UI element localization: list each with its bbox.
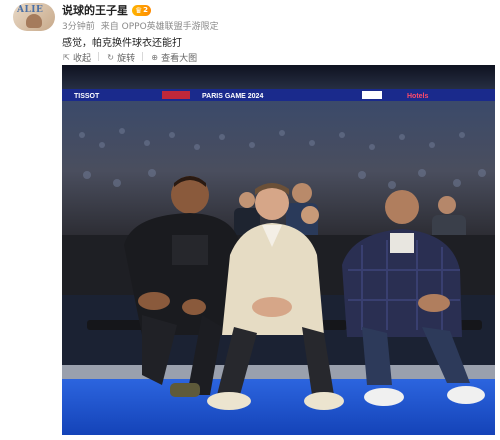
rotate-button[interactable]: ↻ 旋转 [106, 51, 135, 64]
collapse-button[interactable]: ⇱ 收起 [62, 51, 91, 64]
crowd-stands [62, 101, 495, 241]
divider: | [141, 52, 145, 62]
banner-mid-text: PARIS GAME 2024 [202, 93, 263, 100]
collapse-label: 收起 [73, 53, 92, 64]
rotate-icon: ↻ [107, 52, 114, 62]
collapse-icon: ⇱ [63, 52, 70, 62]
zoom-icon: ⊕ [151, 52, 158, 62]
court-floor [62, 377, 495, 435]
view-large-label: 查看大图 [161, 53, 198, 64]
court-edge [62, 365, 495, 379]
post-text: 感觉，帕克换件球衣还能打 [62, 38, 182, 49]
avatar-face [26, 14, 42, 28]
post-source[interactable]: OPPO英雄联盟手游限定 [122, 22, 219, 32]
author-name[interactable]: 说球的王子星 [62, 2, 128, 18]
avatar-text: ALIE [17, 5, 44, 15]
vip-badge[interactable]: ♛ 2 [132, 4, 152, 16]
arena-ceiling [62, 65, 495, 93]
banner-logo [162, 91, 190, 99]
post-time[interactable]: 3分钟前 [62, 19, 95, 32]
view-large-button[interactable]: ⊕ 查看大图 [150, 51, 197, 64]
divider: | [97, 52, 101, 62]
crown-icon: ♛ [135, 5, 143, 15]
source-prefix: 来自 [100, 22, 119, 32]
avatar[interactable]: ALIE [13, 3, 55, 31]
author-row: 说球的王子星 ♛ 2 [62, 2, 152, 18]
weibo-post: ALIE 说球的王子星 ♛ 2 3分钟前 来自 OPPO英雄联盟手游限定 感觉，… [0, 0, 500, 440]
led-banner [62, 89, 495, 101]
image-actions: ⇱ 收起 | ↻ 旋转 | ⊕ 查看大图 [62, 51, 197, 64]
banner-right-text: Hotels [407, 93, 429, 100]
vip-level: 2 [143, 6, 149, 14]
banner-block [362, 91, 382, 99]
rotate-label: 旋转 [117, 53, 136, 64]
banner-left-text: TISSOT [74, 93, 100, 100]
post-photo[interactable]: TISSOT PARIS GAME 2024 Hotels [62, 65, 495, 435]
photo-illustration: TISSOT PARIS GAME 2024 Hotels [62, 65, 495, 435]
post-meta: 3分钟前 来自 OPPO英雄联盟手游限定 [62, 19, 219, 32]
